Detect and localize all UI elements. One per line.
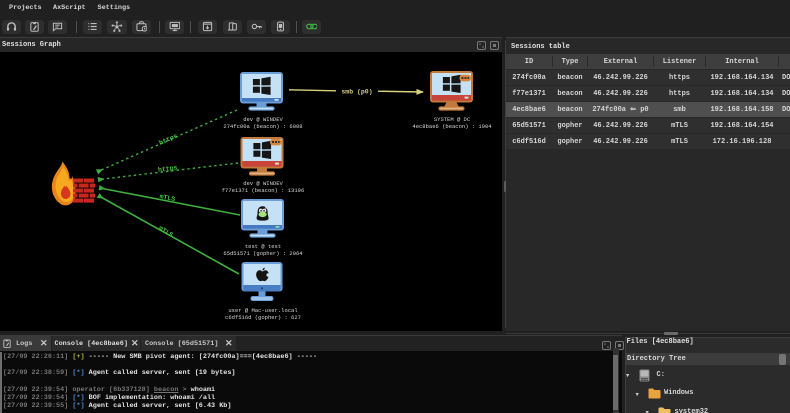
svg-text:https: https — [158, 132, 179, 146]
svg-text:mTLS: mTLS — [159, 193, 176, 203]
svg-text:mTLS: mTLS — [157, 225, 174, 239]
svg-text:smb (p0): smb (p0) — [341, 89, 372, 96]
svg-text:https: https — [158, 164, 178, 173]
